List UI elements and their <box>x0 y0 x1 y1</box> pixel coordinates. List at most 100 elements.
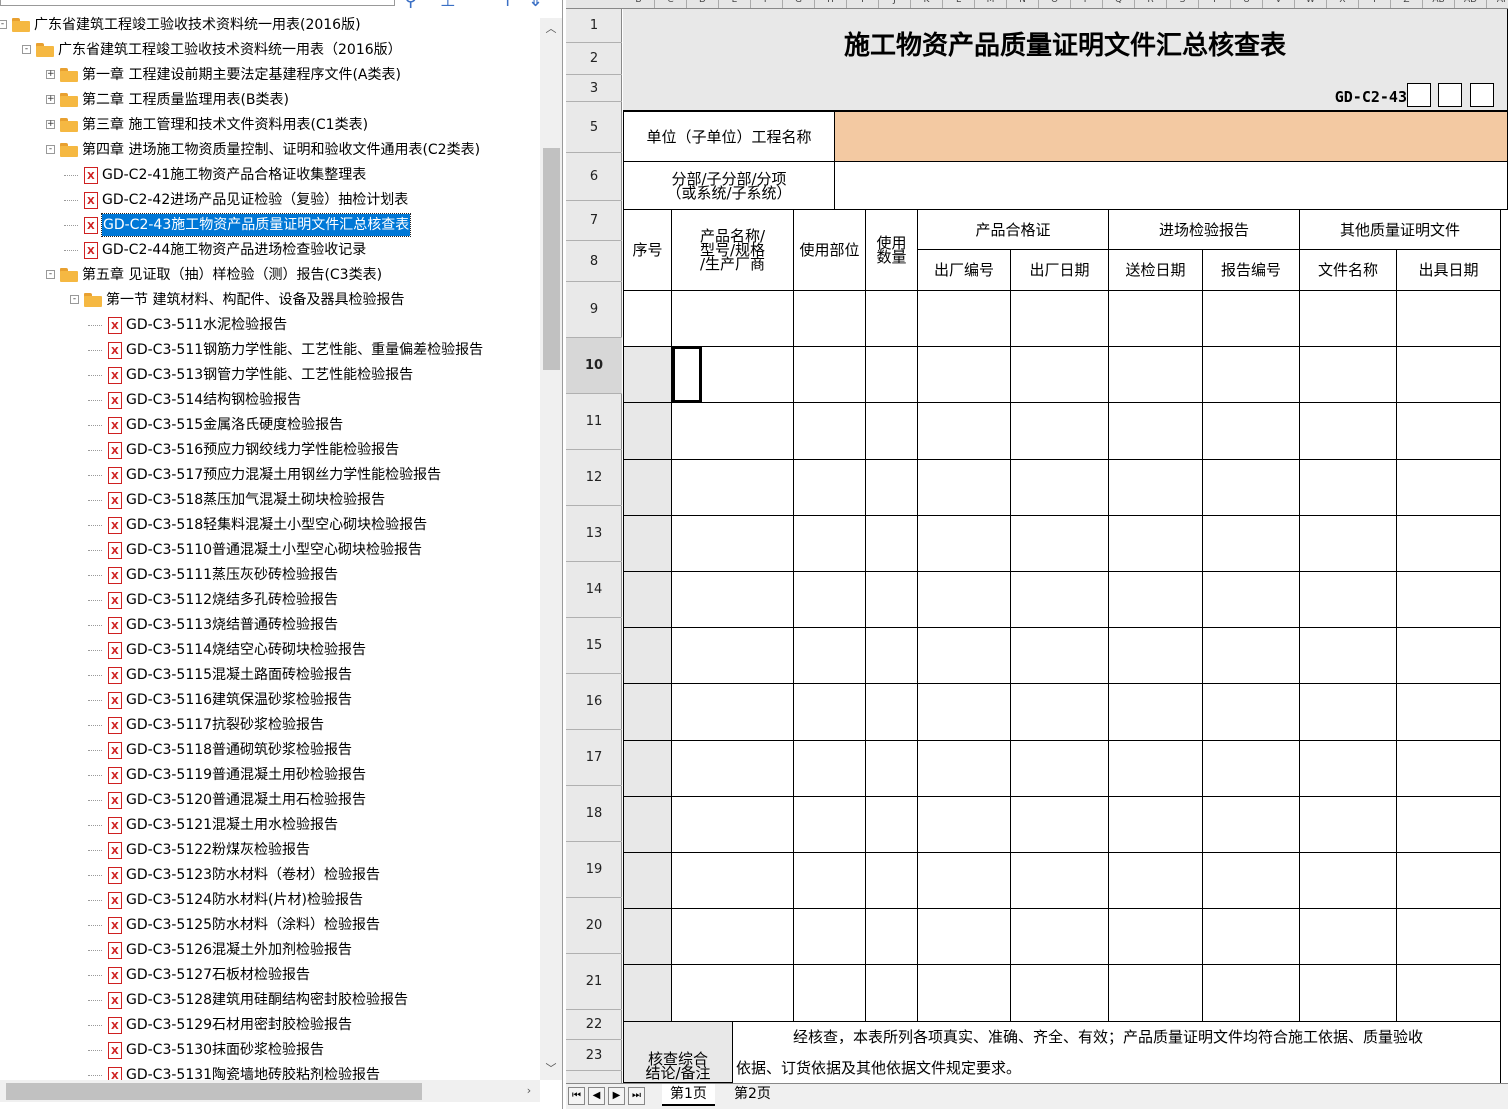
table-cell[interactable] <box>1300 740 1397 797</box>
column-header[interactable]: P <box>1071 0 1103 8</box>
table-cell[interactable] <box>1300 459 1397 516</box>
table-cell[interactable] <box>1203 684 1300 741</box>
tree-folder-item[interactable]: - 第一节 建筑材料、构配件、设备及器具检验报告 <box>0 289 540 311</box>
row-header[interactable]: 21 <box>566 954 622 1010</box>
column-header[interactable]: T <box>1199 0 1231 8</box>
tree-file-item[interactable]: GD-C3-5119普通混凝土用砂检验报告 <box>0 764 540 786</box>
column-header[interactable]: F <box>751 0 783 8</box>
row-header[interactable]: 23 <box>566 1040 622 1071</box>
column-header[interactable]: H <box>815 0 847 8</box>
table-cell[interactable] <box>1203 572 1300 629</box>
table-cell[interactable] <box>1300 628 1397 685</box>
table-cell[interactable] <box>1397 628 1501 685</box>
table-cell[interactable] <box>1109 291 1203 348</box>
table-cell[interactable] <box>866 796 918 853</box>
table-cell[interactable] <box>1109 403 1203 460</box>
table-cell[interactable] <box>918 515 1011 572</box>
table-cell[interactable] <box>1011 684 1109 741</box>
row-header[interactable]: 1 <box>566 9 622 43</box>
table-cell[interactable] <box>918 965 1011 1022</box>
table-cell[interactable] <box>1397 403 1501 460</box>
table-cell[interactable] <box>1203 909 1300 966</box>
table-cell[interactable] <box>1203 796 1300 853</box>
row-header[interactable]: 20 <box>566 898 622 954</box>
table-cell[interactable] <box>794 459 866 516</box>
row-header[interactable]: 9 <box>566 282 622 338</box>
column-header[interactable]: C <box>655 0 687 8</box>
table-cell[interactable] <box>866 909 918 966</box>
table-cell[interactable] <box>623 740 672 797</box>
table-cell[interactable] <box>1011 965 1109 1022</box>
column-header[interactable]: V <box>1263 0 1295 8</box>
chevron-down-icon[interactable]: ﹀ <box>540 1058 562 1080</box>
table-cell[interactable] <box>794 572 866 629</box>
table-cell[interactable] <box>1011 796 1109 853</box>
tree-file-item[interactable]: GD-C3-5118普通砌筑砂浆检验报告 <box>0 739 540 761</box>
table-cell[interactable] <box>1109 459 1203 516</box>
conclusion-line-1[interactable]: 经核查，本表所列各项真实、准确、齐全、有效；产品质量证明文件均符合施工依据、质量… <box>733 1022 1501 1052</box>
row-header[interactable]: 19 <box>566 842 622 898</box>
collapse-icon[interactable]: - <box>0 20 7 29</box>
table-cell[interactable] <box>866 572 918 629</box>
table-cell[interactable] <box>794 796 866 853</box>
tree-file-item[interactable]: GD-C3-5111蒸压灰砂砖检验报告 <box>0 564 540 586</box>
table-cell[interactable] <box>918 740 1011 797</box>
table-cell[interactable] <box>1203 291 1300 348</box>
tab-page-2[interactable]: 第2页 <box>726 1084 779 1106</box>
table-cell[interactable] <box>866 515 918 572</box>
tree-file-item[interactable]: GD-C3-513钢管力学性能、工艺性能检验报告 <box>0 364 540 386</box>
toolbar-icon[interactable]: ⊥ <box>440 0 456 8</box>
table-cell[interactable] <box>794 291 866 348</box>
table-cell[interactable] <box>866 403 918 460</box>
row-header[interactable]: 2 <box>566 43 622 75</box>
table-cell[interactable] <box>1109 853 1203 910</box>
document-tree[interactable]: - 广东省建筑工程竣工验收技术资料统一用表(2016版) - 广东省建筑工程竣工验收技… <box>0 14 540 1080</box>
table-cell[interactable] <box>1203 740 1300 797</box>
row-header[interactable]: 8 <box>566 241 622 282</box>
column-header[interactable]: Y <box>1359 0 1391 8</box>
table-cell[interactable] <box>918 628 1011 685</box>
title-area[interactable]: 施工物资产品质量证明文件汇总核查表 <box>623 9 1508 83</box>
scroll-thumb[interactable] <box>6 1083 422 1100</box>
table-cell[interactable] <box>672 291 794 348</box>
collapse-icon[interactable]: - <box>70 295 79 304</box>
column-header[interactable]: L <box>943 0 975 8</box>
column-header[interactable]: O <box>1039 0 1071 8</box>
table-cell[interactable] <box>623 796 672 853</box>
tree-folder-item[interactable]: + 第二章 工程质量监理用表(B类表) <box>0 89 540 111</box>
expand-icon[interactable]: + <box>46 95 55 104</box>
table-cell[interactable] <box>794 740 866 797</box>
table-cell[interactable] <box>1203 403 1300 460</box>
chevron-up-icon[interactable]: ︿ <box>540 18 562 40</box>
table-cell[interactable] <box>1011 572 1109 629</box>
tree-file-item[interactable]: GD-C2-44施工物资产品进场检查验收记录 <box>0 239 540 261</box>
table-cell[interactable] <box>1109 965 1203 1022</box>
conclusion-line-2[interactable]: 依据、订货依据及其他依据文件规定要求。 <box>733 1052 1501 1083</box>
table-cell[interactable] <box>672 909 794 966</box>
table-cell[interactable] <box>1203 515 1300 572</box>
table-cell[interactable] <box>1011 740 1109 797</box>
table-cell[interactable] <box>672 628 794 685</box>
table-cell[interactable] <box>1397 853 1501 910</box>
column-header[interactable]: R <box>1135 0 1167 8</box>
table-cell[interactable] <box>866 965 918 1022</box>
column-header[interactable]: S <box>1167 0 1199 8</box>
table-cell[interactable] <box>1011 853 1109 910</box>
table-cell[interactable] <box>866 684 918 741</box>
tree-file-item[interactable]: GD-C3-5131陶瓷墙地砖胶粘剂检验报告 <box>0 1064 540 1080</box>
table-cell[interactable] <box>1109 684 1203 741</box>
column-header[interactable]: Q <box>1103 0 1135 8</box>
table-cell[interactable] <box>623 628 672 685</box>
table-cell[interactable] <box>1300 965 1397 1022</box>
table-cell[interactable] <box>1397 291 1501 348</box>
table-cell[interactable] <box>623 459 672 516</box>
table-cell[interactable] <box>1300 572 1397 629</box>
first-sheet-icon[interactable]: ⏮ <box>568 1087 585 1105</box>
tree-file-item[interactable]: GD-C3-518轻集料混凝土小型空心砌块检验报告 <box>0 514 540 536</box>
table-cell[interactable] <box>1397 796 1501 853</box>
tree-file-item[interactable]: GD-C3-514结构钢检验报告 <box>0 389 540 411</box>
tree-file-item[interactable]: GD-C3-5115混凝土路面砖检验报告 <box>0 664 540 686</box>
table-cell[interactable] <box>1397 740 1501 797</box>
table-cell[interactable] <box>1011 347 1109 404</box>
column-header[interactable]: Z <box>1391 0 1423 8</box>
